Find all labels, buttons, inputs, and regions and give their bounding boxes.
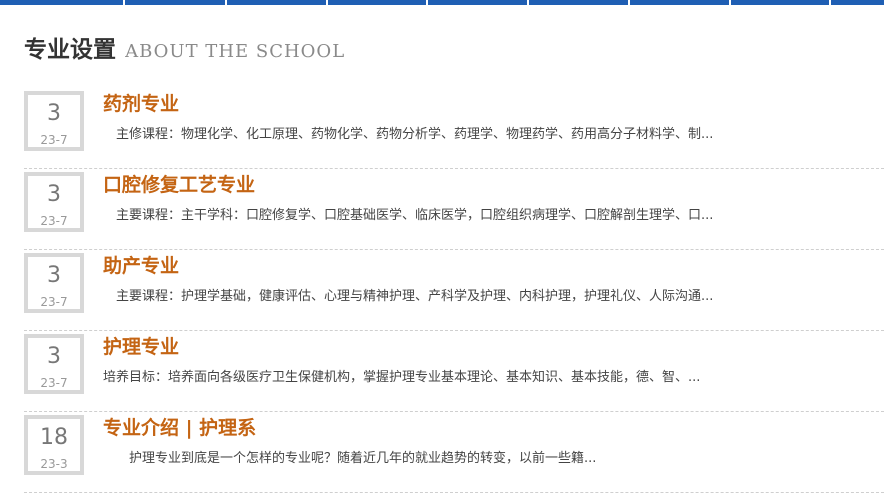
nav-tab-9[interactable] xyxy=(831,0,884,5)
item-summary: 主要课程：护理学基础，健康评估、心理与精神护理、产科学及护理、内科护理，护理礼仪… xyxy=(103,289,714,304)
date-year-month: 23-7 xyxy=(40,133,68,147)
date-box: 3 23-7 xyxy=(24,172,84,232)
section-heading: 专业设置 ABOUT THE SCHOOL xyxy=(24,30,346,63)
nav-tab-3[interactable] xyxy=(227,0,326,5)
date-year-month: 23-7 xyxy=(40,295,68,309)
date-box: 3 23-7 xyxy=(24,91,84,151)
date-box: 3 23-7 xyxy=(24,334,84,394)
item-title-link[interactable]: 护理专业 xyxy=(103,333,179,361)
list-item[interactable]: 3 23-7 护理专业 培养目标：培养面向各级医疗卫生保健机构，掌握护理专业基本… xyxy=(24,332,884,412)
list-item[interactable]: 18 23-3 专业介绍 | 护理系 护理专业到底是一个怎样的专业呢？随着近几年… xyxy=(24,413,884,493)
item-title-link[interactable]: 助产专业 xyxy=(103,252,179,280)
date-day: 3 xyxy=(47,263,61,288)
date-day: 18 xyxy=(40,425,68,450)
nav-tab-2[interactable] xyxy=(125,0,225,5)
nav-tab-1[interactable] xyxy=(0,0,123,5)
section-title: 专业设置 xyxy=(24,37,116,63)
date-day: 3 xyxy=(47,101,61,126)
section-subtitle: ABOUT THE SCHOOL xyxy=(125,41,346,62)
list-item[interactable]: 3 23-7 药剂专业 主修课程：物理化学、化工原理、药物化学、药物分析学、药理… xyxy=(24,89,884,169)
date-day: 3 xyxy=(47,344,61,369)
nav-tab-5[interactable] xyxy=(428,0,527,5)
top-nav-bar xyxy=(0,0,884,5)
item-summary: 护理专业到底是一个怎样的专业呢？随着近几年的就业趋势的转变，以前一些籍... xyxy=(103,451,597,466)
date-box: 18 23-3 xyxy=(24,415,84,475)
item-title-link[interactable]: 药剂专业 xyxy=(103,90,179,118)
list-item[interactable]: 3 23-7 助产专业 主要课程：护理学基础，健康评估、心理与精神护理、产科学及… xyxy=(24,251,884,331)
date-box: 3 23-7 xyxy=(24,253,84,313)
date-year-month: 23-7 xyxy=(40,376,68,390)
item-summary: 培养目标：培养面向各级医疗卫生保健机构，掌握护理专业基本理论、基本知识、基本技能… xyxy=(103,370,701,385)
date-year-month: 23-3 xyxy=(40,457,68,471)
list-item[interactable]: 3 23-7 口腔修复工艺专业 主要课程：主干学科：口腔修复学、口腔基础医学、临… xyxy=(24,170,884,250)
date-year-month: 23-7 xyxy=(40,214,68,228)
nav-tab-4[interactable] xyxy=(328,0,426,5)
major-list: 3 23-7 药剂专业 主修课程：物理化学、化工原理、药物化学、药物分析学、药理… xyxy=(24,89,884,493)
item-title-link[interactable]: 专业介绍 | 护理系 xyxy=(103,414,256,442)
nav-tab-6[interactable] xyxy=(529,0,628,5)
item-title-link[interactable]: 口腔修复工艺专业 xyxy=(103,171,255,199)
nav-tab-7[interactable] xyxy=(630,0,729,5)
item-summary: 主要课程：主干学科：口腔修复学、口腔基础医学、临床医学，口腔组织病理学、口腔解剖… xyxy=(103,208,714,223)
nav-tab-8[interactable] xyxy=(731,0,829,5)
item-summary: 主修课程：物理化学、化工原理、药物化学、药物分析学、药理学、物理药学、药用高分子… xyxy=(103,127,714,142)
date-day: 3 xyxy=(47,182,61,207)
